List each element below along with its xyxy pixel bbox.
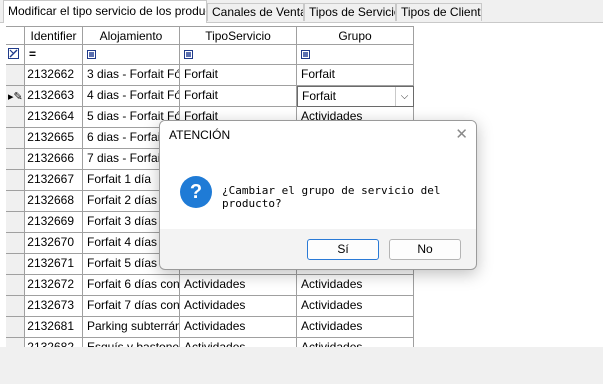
cell-identifier[interactable]: 2132666 (25, 149, 83, 170)
row-selector-header (6, 26, 25, 45)
cell-identifier[interactable]: 2132667 (25, 170, 83, 191)
row-selector[interactable] (6, 149, 25, 170)
filter-row: = (6, 45, 414, 65)
cell-alojamiento[interactable]: 4 dias - Forfait Fó (83, 86, 180, 107)
cell-identifier[interactable]: 2132664 (25, 107, 83, 128)
confirm-dialog: ATENCIÓN ✕ ? ¿Cambiar el grupo de servic… (159, 120, 477, 270)
cell-tiposervicio[interactable]: Actividades (180, 317, 297, 338)
tab-modificar-tipo-servicio[interactable]: Modificar el tipo servicio de los produc… (3, 0, 207, 23)
cell-identifier[interactable]: 2132669 (25, 212, 83, 233)
clear-filter-icon[interactable] (8, 48, 19, 59)
cell-identifier[interactable]: 2132673 (25, 296, 83, 317)
table-row[interactable]: 2132672 Forfait 6 días con Actividades Acti… (6, 275, 414, 296)
dialog-body: ? ¿Cambiar el grupo de servicio del prod… (160, 151, 476, 229)
yes-button[interactable]: Sí (307, 239, 379, 260)
cell-identifier[interactable]: 2132670 (25, 233, 83, 254)
row-selector[interactable] (6, 170, 25, 191)
cell-identifier[interactable]: 2132662 (25, 65, 83, 86)
filter-operator: = (29, 47, 37, 61)
row-selector[interactable] (6, 128, 25, 149)
filter-tiposervicio[interactable] (180, 45, 297, 65)
cell-alojamiento[interactable]: 3 dias - Forfait Fó (83, 65, 180, 86)
cell-grupo[interactable]: Actividades (297, 338, 414, 347)
table-row[interactable]: 2132662 3 dias - Forfait Fó Forfait Forfait (6, 65, 414, 86)
filter-identifier[interactable]: = (25, 45, 83, 65)
row-selector[interactable] (6, 233, 25, 254)
column-header-grupo[interactable]: Grupo (297, 26, 414, 45)
row-selector[interactable] (6, 65, 25, 86)
table-row[interactable]: 2132673 Forfait 7 días con Actividades Acti… (6, 296, 414, 317)
cell-grupo[interactable]: Actividades (297, 275, 414, 296)
dialog-message: ¿Cambiar el grupo de servicio del produc… (222, 184, 441, 210)
filter-icon[interactable] (184, 49, 193, 59)
tab-tipos-de-cliente[interactable]: Tipos de Cliente (396, 3, 482, 21)
column-header-alojamiento[interactable]: Alojamiento (83, 26, 180, 45)
cell-identifier[interactable]: 2132672 (25, 275, 83, 296)
dialog-title: ATENCIÓN (169, 128, 231, 142)
edit-row-icon: ▸✎ (8, 91, 23, 103)
grid-header: Identifier Alojamiento TipoServicio Grup… (6, 26, 414, 45)
clear-filter-cell[interactable] (6, 45, 25, 65)
dialog-titlebar: ATENCIÓN ✕ (160, 121, 476, 151)
row-selector[interactable] (6, 296, 25, 317)
filter-alojamiento[interactable] (83, 45, 180, 65)
cell-grupo[interactable]: Actividades (297, 317, 414, 338)
question-icon: ? (180, 176, 212, 208)
table-row[interactable]: 2132681 Parking subterrán Actividades Activ… (6, 317, 414, 338)
cell-tiposervicio[interactable]: Actividades (180, 275, 297, 296)
close-icon[interactable]: ✕ (455, 126, 468, 144)
cell-grupo[interactable]: Actividades (297, 296, 414, 317)
row-selector[interactable] (6, 254, 25, 275)
cell-tiposervicio[interactable]: Forfait (180, 86, 297, 107)
filter-icon[interactable] (87, 49, 96, 59)
no-button[interactable]: No (389, 239, 461, 260)
cell-tiposervicio[interactable]: Forfait (180, 65, 297, 86)
cell-identifier[interactable]: 2132665 (25, 128, 83, 149)
column-header-identifier[interactable]: Identifier (25, 26, 83, 45)
tab-strip: Modificar el tipo servicio de los produc… (0, 0, 603, 23)
table-row[interactable]: ▸✎ 2132663 4 dias - Forfait Fó Forfait Forfa… (6, 86, 414, 107)
bottom-panel (0, 347, 603, 384)
cell-identifier[interactable]: 2132671 (25, 254, 83, 275)
cell-identifier[interactable]: 2132681 (25, 317, 83, 338)
row-selector[interactable] (6, 317, 25, 338)
row-selector[interactable] (6, 212, 25, 233)
cell-alojamiento[interactable]: Forfait 7 días con (83, 296, 180, 317)
cell-identifier[interactable]: 2132663 (25, 86, 83, 107)
row-selector[interactable] (6, 275, 25, 296)
cell-grupo[interactable]: Forfait ⌵ (297, 86, 414, 107)
cell-alojamiento[interactable]: Parking subterrán (83, 317, 180, 338)
chevron-down-icon[interactable]: ⌵ (395, 87, 413, 106)
cell-alojamiento[interactable]: Forfait 6 días con (83, 275, 180, 296)
column-header-tiposervicio[interactable]: TipoServicio (180, 26, 297, 45)
tab-tipos-de-servicio[interactable]: Tipos de Servicio (304, 3, 396, 21)
row-selector[interactable]: ▸✎ (6, 86, 25, 107)
cell-identifier[interactable]: 2132668 (25, 191, 83, 212)
tab-canales-de-venta[interactable]: Canales de Venta (207, 3, 304, 21)
table-row[interactable]: 2132682 Esquís y bastone Actividades Activi… (6, 338, 414, 347)
cell-grupo[interactable]: Forfait (297, 65, 414, 86)
row-selector[interactable] (6, 107, 25, 128)
filter-grupo[interactable] (297, 45, 414, 65)
cell-tiposervicio[interactable]: Actividades (180, 296, 297, 317)
filter-icon[interactable] (301, 49, 310, 59)
cell-identifier[interactable]: 2132682 (25, 338, 83, 347)
cell-tiposervicio[interactable]: Actividades (180, 338, 297, 347)
row-selector[interactable] (6, 191, 25, 212)
row-selector[interactable] (6, 338, 25, 347)
cell-alojamiento[interactable]: Esquís y bastone (83, 338, 180, 347)
